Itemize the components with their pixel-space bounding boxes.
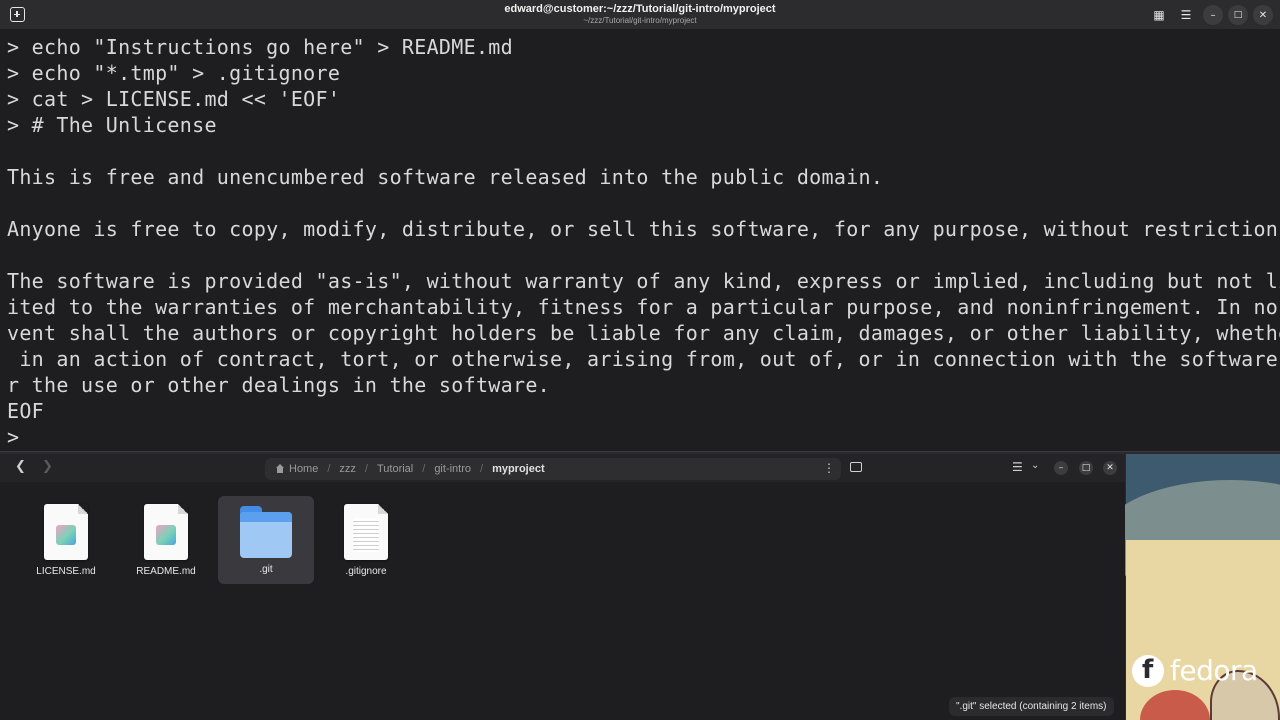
file-item-gitignore[interactable]: .gitignore [318, 496, 414, 584]
markdown-file-icon [144, 504, 188, 560]
breadcrumb-item[interactable]: zzz [339, 463, 356, 475]
forward-button[interactable]: ❯ [42, 459, 56, 477]
path-menu-icon[interactable]: ⋮ [823, 461, 835, 475]
terminal-output[interactable]: > echo "Instructions go here" > README.m… [0, 29, 1280, 450]
file-item-git-folder[interactable]: .git [218, 496, 314, 584]
breadcrumb-separator: / [422, 463, 426, 475]
markdown-file-icon [44, 504, 88, 560]
file-name: .git [259, 564, 273, 575]
files-maximize-button[interactable]: □ [1079, 461, 1093, 475]
file-grid: LICENSE.md README.md .git .gitignore [18, 496, 414, 584]
terminal-headerbar: edward@customer:~/zzz/Tutorial/git-intro… [0, 0, 1280, 29]
fedora-wordmark: fedora [1170, 654, 1258, 687]
file-name: LICENSE.md [36, 566, 96, 577]
breadcrumb-item[interactable]: Tutorial [377, 463, 413, 475]
maximize-button[interactable]: □ [1228, 5, 1248, 25]
terminal-title: edward@customer:~/zzz/Tutorial/git-intro… [504, 3, 776, 15]
breadcrumb-separator: / [327, 463, 331, 475]
file-item-readme[interactable]: README.md [118, 496, 214, 584]
breadcrumb-home[interactable]: Home [289, 463, 318, 475]
file-name: .gitignore [345, 566, 387, 577]
minimize-button[interactable]: – [1203, 5, 1223, 25]
terminal-line: > [7, 425, 20, 449]
file-name: README.md [136, 566, 196, 577]
path-bar[interactable]: Home / zzz / Tutorial / git-intro / mypr… [265, 458, 841, 480]
terminal-subtitle: ~/zzz/Tutorial/git-intro/myproject [583, 16, 697, 25]
terminal-line: This is free and unencumbered software r… [7, 165, 884, 189]
back-button[interactable]: ❮ [15, 459, 29, 477]
breadcrumb-separator: / [480, 463, 484, 475]
chevron-down-icon[interactable]: ⌄ [1031, 460, 1039, 471]
close-button[interactable]: ✕ [1253, 5, 1273, 25]
terminal-line: > echo "Instructions go here" > README.m… [7, 35, 513, 59]
terminal-line: > echo "*.tmp" > .gitignore [7, 61, 341, 85]
text-file-icon [344, 504, 388, 560]
list-view-icon[interactable]: ☰ [1012, 460, 1023, 474]
terminal-line: r the use or other dealings in the softw… [7, 373, 551, 397]
terminal-line: ited to the warranties of merchantabilit… [7, 295, 1280, 319]
tab-overview-icon[interactable]: ▦ [1149, 5, 1169, 25]
files-close-button[interactable]: ✕ [1103, 461, 1117, 475]
files-window: ❮ ❯ Home / zzz / Tutorial / git-intro / … [0, 454, 1125, 720]
terminal-titles: edward@customer:~/zzz/Tutorial/git-intro… [0, 3, 1280, 26]
file-item-license[interactable]: LICENSE.md [18, 496, 114, 584]
breadcrumb-current[interactable]: myproject [492, 463, 545, 475]
files-headerbar: ❮ ❯ Home / zzz / Tutorial / git-intro / … [0, 454, 1125, 482]
terminal-line: > # The Unlicense [7, 113, 217, 137]
terminal-line: vent shall the authors or copyright hold… [7, 321, 1280, 345]
fedora-mark-icon [1132, 654, 1164, 687]
home-icon [275, 464, 285, 474]
selection-status: ".git" selected (containing 2 items) [949, 697, 1114, 716]
terminal-window: edward@customer:~/zzz/Tutorial/git-intro… [0, 0, 1280, 452]
fedora-logo: fedora [1132, 654, 1258, 687]
breadcrumb-separator: / [364, 463, 368, 475]
terminal-line: The software is provided "as-is", withou… [7, 269, 1280, 293]
terminal-line: Anyone is free to copy, modify, distribu… [7, 217, 1280, 241]
terminal-line: > cat > LICENSE.md << 'EOF' [7, 87, 341, 111]
search-folder-icon[interactable] [850, 462, 862, 472]
terminal-line: EOF [7, 399, 45, 423]
breadcrumb-item[interactable]: git-intro [434, 463, 471, 475]
menu-icon[interactable]: ☰ [1176, 5, 1196, 25]
files-minimize-button[interactable]: – [1054, 461, 1068, 475]
folder-icon [240, 506, 292, 558]
terminal-line: in an action of contract, tort, or other… [7, 347, 1280, 371]
